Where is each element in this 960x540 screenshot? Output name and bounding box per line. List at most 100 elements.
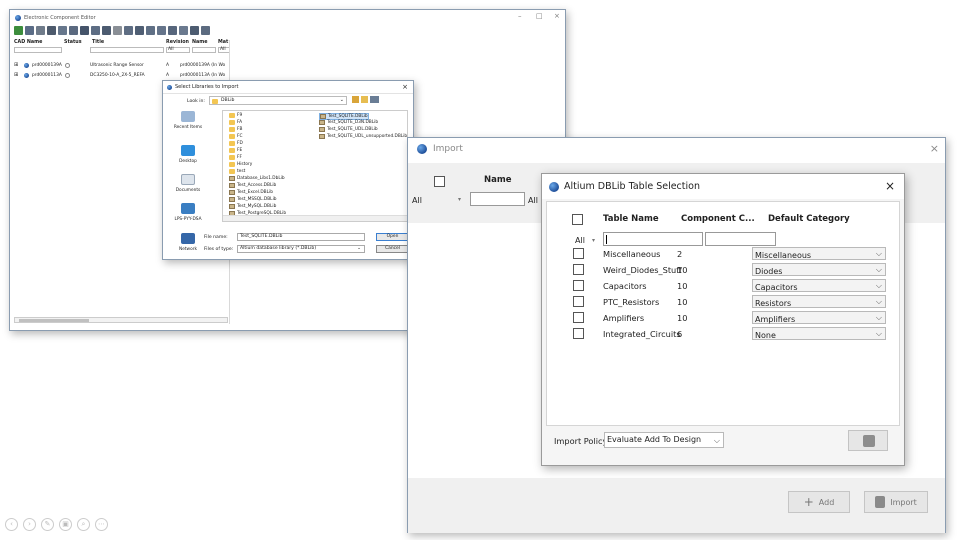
- copy-icon[interactable]: [91, 26, 100, 35]
- category-select[interactable]: Resistors ⌵: [752, 295, 886, 308]
- dialog-import-button[interactable]: [848, 430, 888, 451]
- list-item[interactable]: Database_Libs1.DbLib: [229, 176, 285, 181]
- row-checkbox[interactable]: [573, 312, 584, 323]
- new-folder-icon[interactable]: [361, 96, 368, 103]
- component-count-filter[interactable]: [705, 232, 776, 246]
- forward-icon[interactable]: ›: [23, 518, 36, 531]
- col-name[interactable]: Name: [484, 175, 511, 185]
- pencil-icon[interactable]: [69, 26, 78, 35]
- row-checkbox[interactable]: [573, 280, 584, 291]
- list-item[interactable]: Test_Excel.DBLib: [229, 190, 273, 195]
- delete-icon[interactable]: [80, 26, 89, 35]
- filter-icon[interactable]: [47, 26, 56, 35]
- col-title[interactable]: Title: [92, 40, 104, 45]
- category-select[interactable]: None ⌵: [752, 327, 886, 340]
- row-checkbox[interactable]: [573, 296, 584, 307]
- row-checkbox[interactable]: [573, 328, 584, 339]
- back-icon[interactable]: ‹: [5, 518, 18, 531]
- table-row[interactable]: ⊞ prd0000113A DC3250-10-A_2X-5_REFA A pr…: [14, 71, 230, 79]
- search-icon[interactable]: [25, 26, 34, 35]
- row-checkbox[interactable]: [573, 248, 584, 259]
- view-menu-icon[interactable]: [370, 96, 379, 103]
- minimize-button[interactable]: –: [518, 12, 522, 20]
- table-row[interactable]: PTC_Resistors 10 Resistors ⌵: [547, 295, 899, 310]
- table-row[interactable]: Integrated_Circuits 6 None ⌵: [547, 327, 899, 342]
- close-icon[interactable]: ×: [885, 179, 895, 193]
- list-item[interactable]: History: [229, 162, 252, 167]
- cancel-button[interactable]: Cancel: [376, 245, 409, 253]
- filter-all[interactable]: All: [412, 196, 422, 205]
- expand-icon[interactable]: ⊞: [14, 62, 18, 68]
- name-filter-input[interactable]: [470, 192, 525, 206]
- col-status[interactable]: Status: [64, 40, 82, 45]
- horizontal-scrollbar[interactable]: [14, 317, 228, 323]
- minus-icon[interactable]: [157, 26, 166, 35]
- close-icon[interactable]: ×: [402, 83, 408, 91]
- filter-all-2[interactable]: All: [528, 196, 538, 205]
- col-table-name[interactable]: Table Name: [603, 214, 659, 224]
- row-checkbox[interactable]: [573, 264, 584, 275]
- scrollbar-thumb[interactable]: [19, 319, 89, 322]
- place-desktop[interactable]: Desktop: [166, 145, 210, 164]
- file-name-input[interactable]: Test_SQLITE.DBLib: [237, 233, 365, 241]
- list-item[interactable]: Test_Access.DBLib: [229, 183, 276, 188]
- link-icon[interactable]: [113, 26, 122, 35]
- list-item[interactable]: Test_MSSQL.DBLib: [229, 197, 277, 202]
- table-row[interactable]: ⊞ prd0000139A Ultrasonic Range Sensor A …: [14, 61, 230, 69]
- view-icon[interactable]: [36, 26, 45, 35]
- col-cad-name[interactable]: CAD Name: [14, 40, 42, 45]
- table-row[interactable]: Miscellaneous 2 Miscellaneous ⌵: [547, 247, 899, 262]
- col-mat[interactable]: Mat: [218, 40, 228, 45]
- look-in-select[interactable]: DBLib ⌄: [209, 96, 347, 105]
- place-recent-items[interactable]: Recent Items: [166, 111, 210, 130]
- list-item[interactable]: FF: [229, 155, 242, 160]
- filter-name[interactable]: [192, 47, 216, 53]
- close-button[interactable]: ×: [554, 12, 560, 20]
- filter-title[interactable]: [90, 47, 164, 53]
- chevron-down-icon[interactable]: ▾: [458, 196, 461, 203]
- add-button[interactable]: + Add: [788, 491, 850, 513]
- file-list-scrollbar[interactable]: [223, 215, 407, 221]
- list-item[interactable]: Test_SQLITE_UDL_unsupported.DBLib: [319, 134, 407, 139]
- import-policy-select[interactable]: Evaluate Add To Design ⌵: [604, 432, 724, 448]
- document-icon[interactable]: [135, 26, 144, 35]
- chevron-down-icon[interactable]: ▾: [592, 237, 595, 244]
- tools-icon[interactable]: [179, 26, 188, 35]
- edit-icon[interactable]: [58, 26, 67, 35]
- list-item[interactable]: FE: [229, 148, 242, 153]
- refresh-icon[interactable]: [124, 26, 133, 35]
- select-all-checkbox[interactable]: [434, 176, 445, 187]
- page-icon[interactable]: [190, 26, 199, 35]
- pen-icon[interactable]: ✎: [41, 518, 54, 531]
- category-select[interactable]: Capacitors ⌵: [752, 279, 886, 292]
- place-computer[interactable]: LPS-PYY-DSA: [166, 203, 210, 222]
- filter-cad-name[interactable]: [14, 47, 62, 53]
- table-row[interactable]: Amplifiers 10 Amplifiers ⌵: [547, 311, 899, 326]
- filter-revision[interactable]: All: [166, 47, 190, 53]
- list-item[interactable]: F9: [229, 113, 242, 118]
- col-revision[interactable]: Revision: [166, 40, 189, 45]
- col-component-count[interactable]: Component C...: [681, 214, 755, 224]
- close-icon[interactable]: ×: [930, 142, 939, 155]
- tree-icon[interactable]: [168, 26, 177, 35]
- open-button[interactable]: Open: [376, 233, 409, 241]
- table-row[interactable]: Capacitors 10 Capacitors ⌵: [547, 279, 899, 294]
- paste-icon[interactable]: [102, 26, 111, 35]
- zoom-icon[interactable]: ⌕: [77, 518, 90, 531]
- col-default-category[interactable]: Default Category: [768, 214, 850, 224]
- list-item[interactable]: Test_MySQL.DBLib: [229, 204, 276, 209]
- category-select[interactable]: Miscellaneous ⌵: [752, 247, 886, 260]
- file-type-select[interactable]: Altium database library (*.DBLib) ⌄: [237, 245, 365, 253]
- table-name-filter[interactable]: [603, 232, 703, 246]
- list-item[interactable]: FD: [229, 141, 243, 146]
- list-item[interactable]: FC: [229, 134, 242, 139]
- import-button[interactable]: Import: [864, 491, 928, 513]
- select-all-checkbox[interactable]: [572, 214, 583, 225]
- file-list[interactable]: F9 FA FB FC FD FE FF History test Databa…: [222, 110, 408, 222]
- filter-all[interactable]: All: [575, 236, 585, 245]
- export-icon[interactable]: [201, 26, 210, 35]
- table-row[interactable]: Weird_Diodes_Stuff 10 Diodes ⌵: [547, 263, 899, 278]
- list-item[interactable]: FB: [229, 127, 242, 132]
- up-folder-icon[interactable]: [352, 96, 359, 103]
- expand-icon[interactable]: ⊞: [14, 72, 18, 78]
